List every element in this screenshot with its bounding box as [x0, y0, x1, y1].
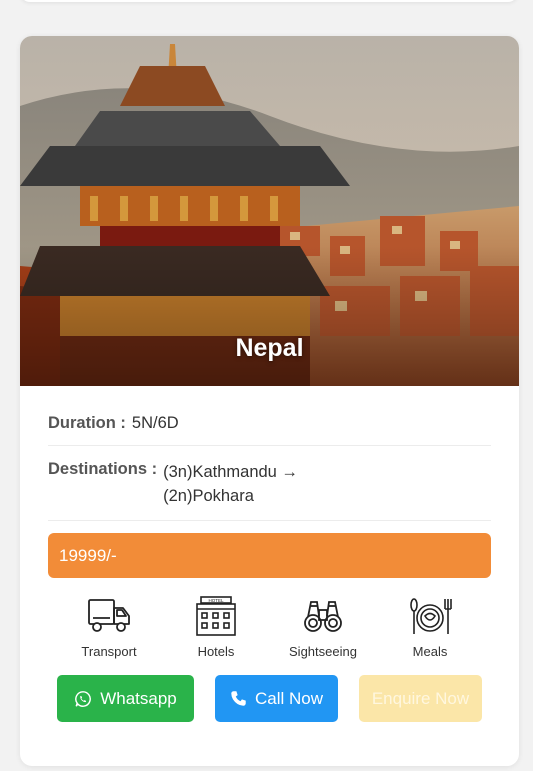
meals-icon	[410, 598, 452, 634]
enquire-now-button-label: Enquire Now	[371, 688, 470, 708]
whatsapp-button-label: Whatsapp	[100, 688, 177, 708]
truck-icon	[88, 599, 130, 632]
duration-label: Duration :	[48, 414, 126, 432]
hotel-sign-text: HOTEL	[208, 598, 224, 603]
amenity-label: Hotels	[197, 644, 235, 659]
amenity-label: Sightseeing	[289, 644, 357, 659]
duration-value: 5N/6D	[131, 414, 179, 432]
destinations-list: (3n)Kathmandu → (2n)Pokhara	[163, 460, 298, 508]
call-now-button[interactable]: Call Now	[215, 675, 338, 722]
enquire-now-button[interactable]: Enquire Now	[359, 675, 482, 722]
destinations-row: Destinations : (3n)Kathmandu → (2n)Pokha…	[48, 446, 491, 521]
amenity-meals: Meals	[385, 596, 475, 659]
price-bar: 19999/-	[48, 533, 491, 578]
phone-icon	[231, 691, 246, 706]
hotel-icon: HOTEL	[196, 596, 236, 636]
destination-image[interactable]: Nepal	[20, 36, 519, 386]
destination-item: (2n)Pokhara	[163, 487, 254, 505]
whatsapp-icon	[75, 690, 92, 707]
duration-row: Duration : 5N/6D	[48, 386, 491, 446]
amenity-label: Transport	[81, 644, 137, 659]
destination-item: (3n)Kathmandu →	[163, 463, 298, 481]
destination-title: Nepal	[235, 334, 304, 362]
whatsapp-button[interactable]: Whatsapp	[57, 675, 194, 722]
amenity-hotels: HOTEL Hotels	[171, 596, 261, 659]
package-details: Duration : 5N/6D Destinations : (3n)Kath…	[20, 386, 519, 521]
call-now-button-label: Call Now	[254, 688, 324, 708]
amenity-transport: Transport	[64, 596, 154, 659]
amenities-list: Transport HOTEL Hotels Sightseeing Meals	[64, 596, 475, 659]
destinations-label: Destinations :	[48, 460, 158, 478]
amenity-sightseeing: Sightseeing	[278, 596, 368, 659]
amenity-label: Meals	[412, 644, 448, 659]
action-buttons: Whatsapp Call Now Enquire Now	[20, 675, 519, 722]
price-value: 19999/-	[59, 545, 117, 565]
package-card: Nepal Duration : 5N/6D Destinations : (3…	[20, 36, 519, 766]
binoculars-icon	[304, 601, 342, 632]
previous-card-bottom	[20, 0, 518, 2]
